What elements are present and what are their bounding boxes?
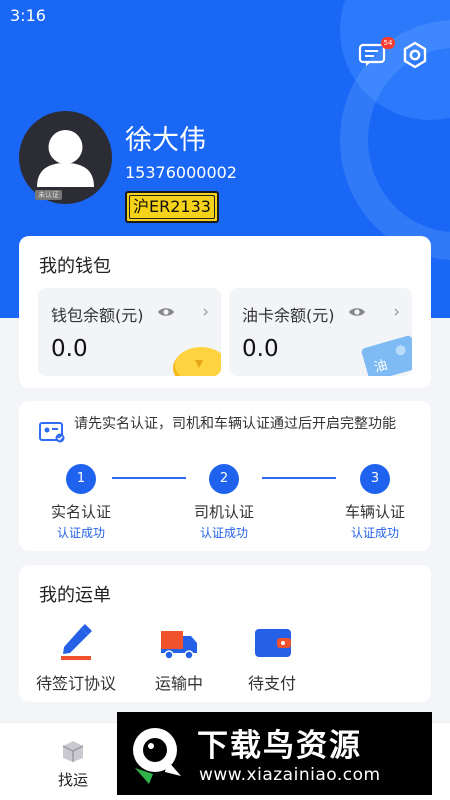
nav-item-find-cargo[interactable]: 找运 [40, 739, 106, 790]
nav-find-cargo-label: 找运 [57, 771, 88, 789]
step-2-label[interactable]: 司机认证 [179, 501, 269, 522]
step-1-status: 认证成功 [56, 526, 105, 540]
orders-title: 我的运单 [39, 585, 111, 606]
step-1-label[interactable]: 实名认证 [36, 501, 126, 522]
order-in-transit-label: 运输中 [154, 674, 203, 693]
verification-card: 请先实名认证，司机和车辆认证通过后开启完整功能 1 2 3 实名认证 司机认证 … [19, 401, 431, 551]
license-plate: 沪ER2133 [125, 191, 219, 223]
fuel-balance-label: 油卡余额(元) [242, 306, 335, 325]
fuel-balance-value: 0.0 [242, 336, 279, 362]
step-1-circle: 1 [66, 464, 96, 494]
wallet-title: 我的钱包 [39, 256, 111, 277]
message-badge: 54 [381, 37, 395, 49]
status-time: 3:16 [10, 6, 46, 25]
order-pending-sign-label: 待签订协议 [35, 674, 116, 693]
order-in-transit[interactable]: 运输中 [131, 623, 227, 694]
pen-icon [61, 624, 92, 660]
fuel-card-icon: 油 [361, 335, 412, 376]
watermark-url: www.xiazainiao.com [199, 765, 381, 785]
coin-icon [173, 347, 221, 376]
avatar-tag: 未认证 [35, 190, 62, 200]
id-card-icon [39, 422, 65, 443]
wallet-card: 我的钱包 钱包余额(元) › 0.0 油卡余额(元) › 0.0 油 [19, 236, 431, 388]
wallet-balance-label: 钱包余额(元) [51, 306, 144, 325]
step-connector [112, 477, 186, 479]
step-3-status: 认证成功 [350, 526, 399, 540]
step-2-status: 认证成功 [199, 526, 248, 540]
eye-icon[interactable] [348, 305, 366, 319]
plate-number: 沪ER2133 [133, 197, 211, 216]
order-pending-payment[interactable]: 待支付 [224, 623, 320, 694]
user-name: 徐大伟 [125, 125, 206, 156]
box-icon [62, 741, 84, 762]
wallet-balance-value: 0.0 [51, 336, 88, 362]
bird-logo-icon [133, 728, 181, 784]
avatar[interactable] [19, 111, 112, 204]
order-pending-payment-label: 待支付 [247, 674, 296, 693]
wallet-balance-card[interactable]: 钱包余额(元) › 0.0 [38, 288, 221, 376]
user-phone: 15376000002 [125, 163, 237, 182]
verification-notice: 请先实名认证，司机和车辆认证通过后开启完整功能 [74, 416, 396, 432]
watermark-title: 下载鸟资源 [197, 728, 362, 764]
user-silhouette-icon [37, 130, 94, 187]
step-3-circle: 3 [360, 464, 390, 494]
step-2-circle: 2 [209, 464, 239, 494]
eye-icon[interactable] [157, 305, 175, 319]
fuel-card-balance-card[interactable]: 油卡余额(元) › 0.0 油 [229, 288, 412, 376]
wallet-icon [255, 629, 291, 657]
order-pending-sign[interactable]: 待签订协议 [28, 623, 124, 694]
step-connector [262, 477, 336, 479]
chevron-right-icon[interactable]: › [202, 302, 209, 322]
settings-icon[interactable] [400, 40, 430, 70]
watermark-banner: 下载鸟资源 www.xiazainiao.com [117, 712, 432, 795]
step-3-label[interactable]: 车辆认证 [330, 501, 420, 522]
orders-card: 我的运单 待签订协议 运输中 待支付 [19, 565, 431, 702]
truck-icon [161, 631, 197, 660]
chevron-right-icon[interactable]: › [393, 302, 400, 322]
